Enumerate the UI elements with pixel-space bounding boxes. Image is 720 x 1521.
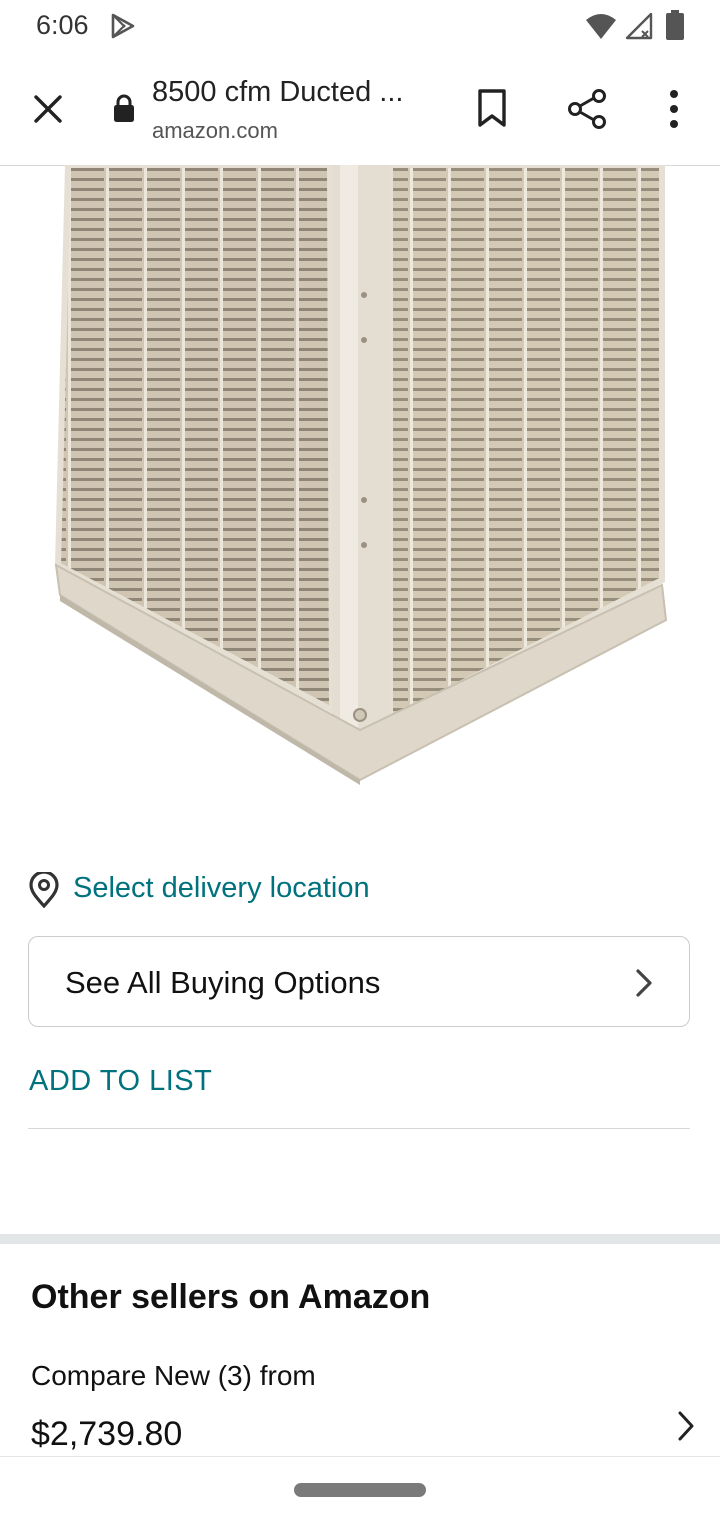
divider	[28, 1128, 690, 1129]
play-store-icon	[111, 13, 135, 39]
home-gesture-handle[interactable]	[294, 1483, 426, 1497]
see-all-buying-options-button[interactable]: See All Buying Options	[28, 936, 690, 1027]
section-divider	[0, 1234, 720, 1244]
battery-icon	[666, 10, 684, 40]
product-image[interactable]	[30, 165, 690, 805]
lock-icon	[114, 94, 134, 122]
bookmark-icon[interactable]	[474, 88, 510, 128]
close-icon[interactable]	[30, 91, 66, 127]
page-url[interactable]: amazon.com	[152, 118, 278, 144]
browser-toolbar: 8500 cfm Ducted ... amazon.com	[0, 52, 720, 166]
page-title[interactable]: 8500 cfm Ducted ...	[152, 76, 403, 109]
share-icon[interactable]	[566, 88, 608, 130]
see-all-buying-options-label: See All Buying Options	[65, 965, 381, 1000]
more-vert-icon[interactable]	[664, 88, 684, 130]
system-nav-bar	[0, 1456, 720, 1521]
lowest-price[interactable]: $2,739.80	[31, 1415, 182, 1454]
status-bar: 6:06	[0, 0, 720, 52]
location-pin-icon	[29, 872, 59, 908]
other-sellers-heading: Other sellers on Amazon	[31, 1278, 431, 1316]
wifi-icon	[586, 14, 616, 39]
add-to-list-link[interactable]: ADD TO LIST	[29, 1065, 212, 1098]
chevron-right-icon[interactable]	[676, 1409, 696, 1443]
compare-new-link[interactable]: Compare New (3) from	[31, 1360, 316, 1392]
status-time: 6:06	[36, 10, 89, 40]
signal-icon	[625, 12, 653, 40]
select-delivery-location-link[interactable]: Select delivery location	[73, 872, 370, 905]
chevron-right-icon	[636, 969, 652, 997]
